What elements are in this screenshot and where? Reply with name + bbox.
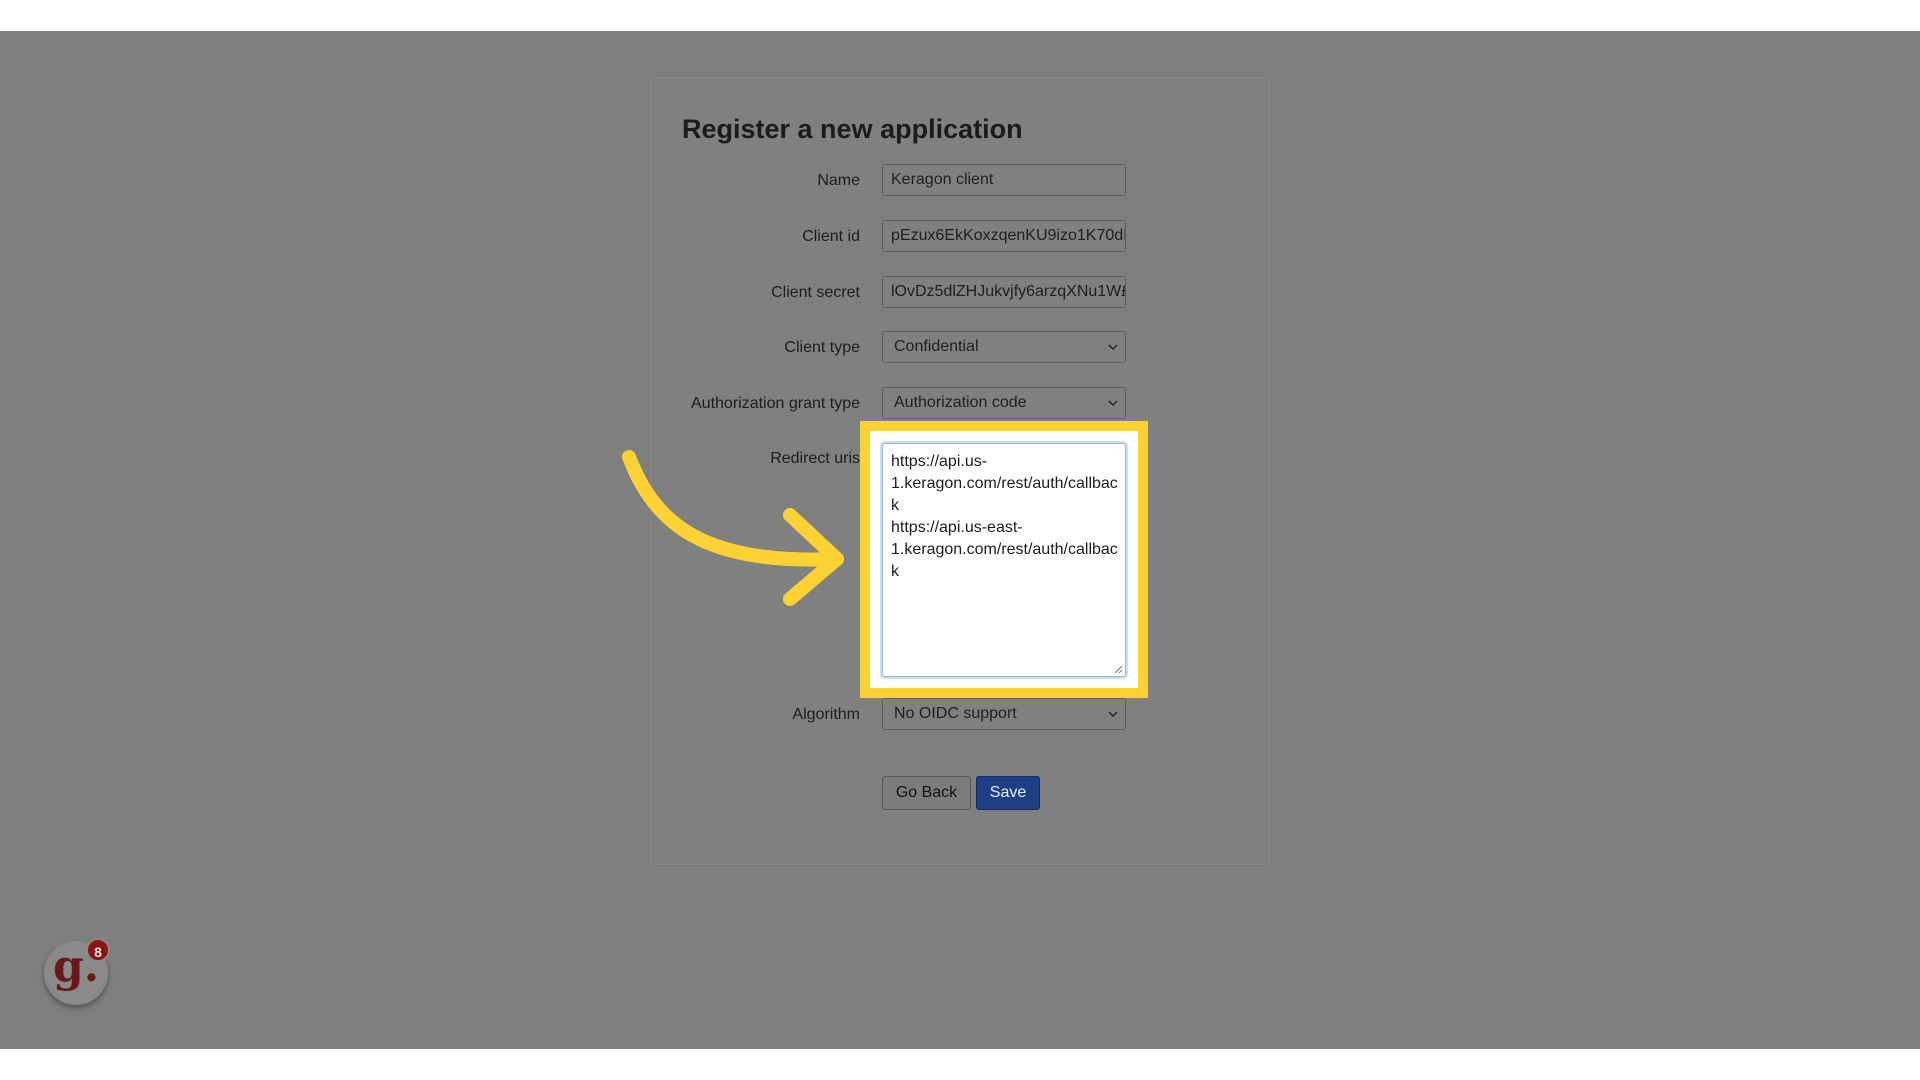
chevron-down-icon [1108, 344, 1118, 350]
algorithm-value: No OIDC support [894, 705, 1017, 722]
grant-type-label: Authorization grant type [691, 395, 860, 412]
algorithm-select[interactable]: No OIDC support [882, 698, 1126, 730]
grant-type-row: Authorization grant type Authorization c… [650, 387, 1270, 421]
redirect-uris-highlight: https://api.us- 1.keragon.com/rest/auth/… [860, 421, 1148, 698]
client-type-select[interactable]: Confidential [882, 331, 1126, 363]
redirect-uri-line: k [891, 497, 899, 514]
resize-grip-icon[interactable] [1113, 664, 1123, 674]
client-id-row: Client id pEzux6EkKoxzqenKU9izo1K70dI [650, 220, 1270, 254]
curved-arrow-icon [622, 450, 844, 606]
client-type-label: Client type [784, 339, 860, 356]
algorithm-label: Algorithm [792, 706, 860, 723]
go-back-button[interactable]: Go Back [882, 776, 971, 810]
top-letterbox [0, 0, 1920, 31]
client-type-value: Confidential [894, 338, 979, 355]
notification-badge: 8 [86, 938, 110, 962]
save-button[interactable]: Save [976, 776, 1040, 810]
chevron-down-icon [1108, 400, 1118, 406]
name-input[interactable]: Keragon client [882, 164, 1126, 196]
name-row: Name Keragon client [650, 164, 1270, 198]
redirect-uris-textarea[interactable]: https://api.us- 1.keragon.com/rest/auth/… [882, 443, 1126, 677]
client-id-label: Client id [802, 228, 860, 245]
client-secret-label: Client secret [771, 284, 860, 301]
redirect-uri-line: 1.keragon.com/rest/auth/callbac [891, 541, 1118, 558]
redirect-uri-line: https://api.us- [891, 453, 988, 470]
client-type-row: Client type Confidential [650, 331, 1270, 365]
grant-type-value: Authorization code [894, 394, 1027, 411]
bottom-letterbox [0, 1049, 1920, 1080]
client-secret-input[interactable]: lOvDz5dlZHJukvjfy6arzqXNu1W£ [882, 276, 1126, 308]
redirect-uri-line: k [891, 563, 899, 580]
page-title: Register a new application [682, 114, 1023, 144]
redirect-uri-line: 1.keragon.com/rest/auth/callbac [891, 475, 1118, 492]
client-id-input[interactable]: pEzux6EkKoxzqenKU9izo1K70dI [882, 220, 1126, 252]
assistant-launcher[interactable]: g. 8 [44, 938, 110, 1005]
grant-type-select[interactable]: Authorization code [882, 387, 1126, 419]
algorithm-row: Algorithm No OIDC support [650, 698, 1270, 732]
redirect-uri-line: https://api.us-east- [891, 519, 1023, 536]
client-secret-row: Client secret lOvDz5dlZHJukvjfy6arzqXNu1… [650, 276, 1270, 310]
chevron-down-icon [1108, 711, 1118, 717]
name-label: Name [817, 172, 860, 189]
